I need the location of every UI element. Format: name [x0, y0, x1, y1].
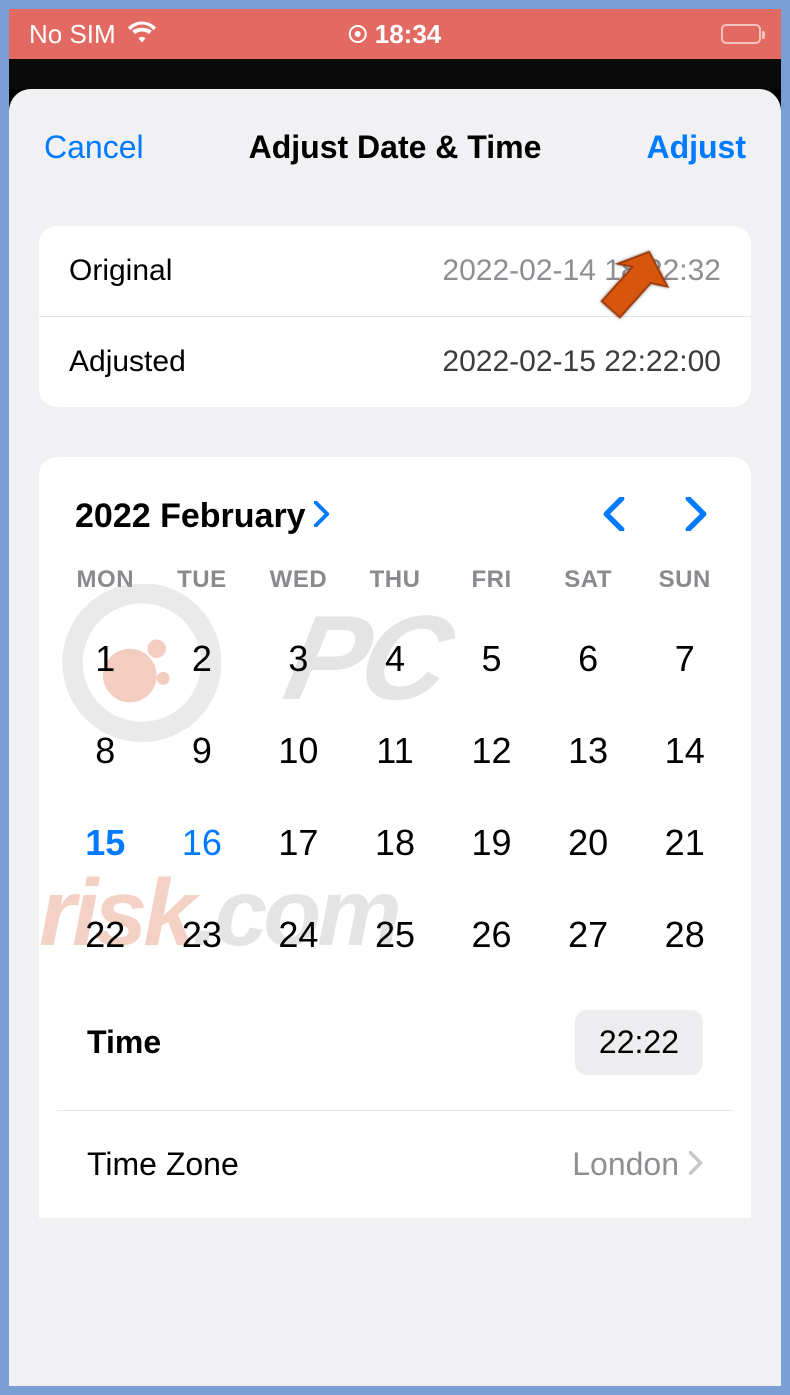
month-year-button[interactable]: 2022 February: [75, 497, 330, 536]
calendar-day[interactable]: 8: [57, 726, 154, 776]
calendar-day[interactable]: 21: [636, 818, 733, 868]
adjusted-label: Adjusted: [69, 345, 186, 379]
calendar-day[interactable]: 11: [347, 726, 444, 776]
calendar-day[interactable]: 5: [443, 634, 540, 684]
calendar-day[interactable]: 14: [636, 726, 733, 776]
chevron-right-icon: [314, 497, 330, 536]
weekday-label: THU: [347, 566, 444, 594]
calendar-day[interactable]: 16: [154, 818, 251, 868]
cancel-button[interactable]: Cancel: [44, 129, 144, 166]
calendar-day[interactable]: 6: [540, 634, 637, 684]
calendar-day[interactable]: 15: [57, 818, 154, 868]
calendar-day[interactable]: 4: [347, 634, 444, 684]
annotation-arrow-icon: [571, 239, 671, 339]
record-icon: [349, 25, 367, 43]
original-label: Original: [69, 254, 172, 288]
month-year-label: 2022 February: [75, 497, 306, 536]
calendar-day[interactable]: 9: [154, 726, 251, 776]
calendar-day[interactable]: 20: [540, 818, 637, 868]
carrier-label: No SIM: [29, 19, 116, 50]
calendar-day[interactable]: 27: [540, 910, 637, 960]
calendar-day[interactable]: 2: [154, 634, 251, 684]
calendar-day[interactable]: 18: [347, 818, 444, 868]
calendar-day[interactable]: 12: [443, 726, 540, 776]
weekday-label: WED: [250, 566, 347, 594]
weekday-label: FRI: [443, 566, 540, 594]
clock-label: 18:34: [375, 19, 442, 50]
timezone-value: London: [572, 1146, 679, 1183]
calendar-day[interactable]: 7: [636, 634, 733, 684]
day-grid: 1234567891011121314151617181920212223242…: [57, 606, 733, 990]
weekday-label: SUN: [636, 566, 733, 594]
calendar-day[interactable]: 23: [154, 910, 251, 960]
wifi-icon: [128, 19, 156, 50]
status-bar: No SIM 18:34: [9, 9, 781, 59]
time-label: Time: [87, 1024, 161, 1061]
adjusted-value: 2022-02-15 22:22:00: [442, 345, 721, 379]
weekday-label: MON: [57, 566, 154, 594]
battery-icon: [721, 24, 761, 44]
timezone-label: Time Zone: [87, 1146, 239, 1183]
time-picker-button[interactable]: 22:22: [575, 1010, 703, 1075]
timezone-row[interactable]: Time Zone London: [57, 1111, 733, 1193]
calendar-day[interactable]: 26: [443, 910, 540, 960]
weekday-label: TUE: [154, 566, 251, 594]
calendar-day[interactable]: 25: [347, 910, 444, 960]
calendar-day[interactable]: 22: [57, 910, 154, 960]
weekday-header: MONTUEWEDTHUFRISATSUN: [57, 566, 733, 606]
background-strip: [9, 59, 781, 89]
prev-month-button[interactable]: [603, 497, 625, 536]
adjust-button[interactable]: Adjust: [646, 129, 746, 166]
calendar-day[interactable]: 3: [250, 634, 347, 684]
calendar-card: 2022 February MONTUEWEDTHUFRISATSUN 1234…: [39, 457, 751, 1218]
calendar-day[interactable]: 28: [636, 910, 733, 960]
calendar-day[interactable]: 19: [443, 818, 540, 868]
calendar-day[interactable]: 17: [250, 818, 347, 868]
weekday-label: SAT: [540, 566, 637, 594]
modal-title: Adjust Date & Time: [249, 129, 542, 166]
calendar-day[interactable]: 10: [250, 726, 347, 776]
next-month-button[interactable]: [685, 497, 707, 536]
calendar-day[interactable]: 24: [250, 910, 347, 960]
modal-sheet: PC risk.com Cancel Adjust Date & Time Ad…: [9, 89, 781, 1386]
chevron-right-icon: [689, 1146, 703, 1183]
calendar-day[interactable]: 1: [57, 634, 154, 684]
calendar-day[interactable]: 13: [540, 726, 637, 776]
